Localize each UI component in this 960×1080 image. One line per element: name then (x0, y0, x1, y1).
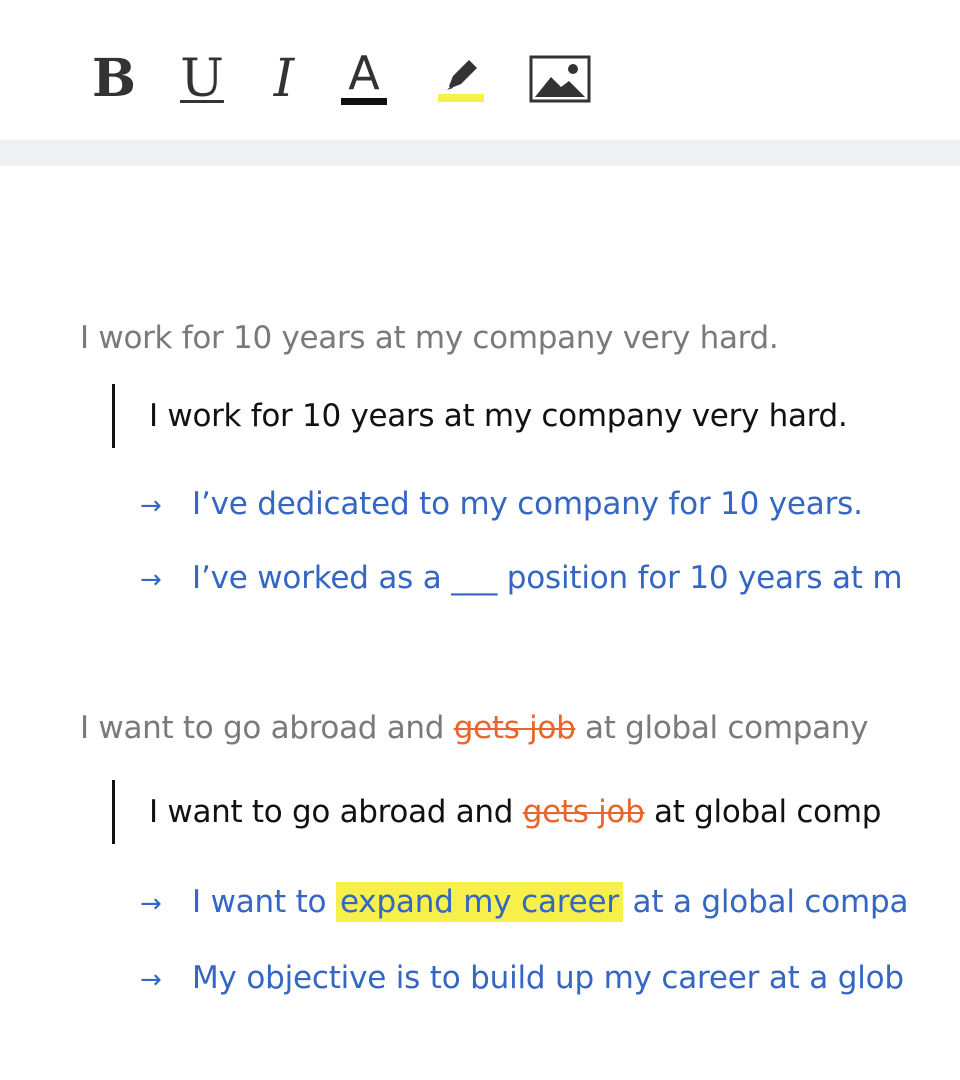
highlight-button[interactable] (436, 48, 486, 110)
original-text: I want to go abroad and (80, 710, 454, 746)
text-color-swatch (341, 97, 387, 105)
strikethrough-text: gets job (522, 794, 645, 830)
strikethrough-text: gets job (453, 710, 576, 746)
text-color-icon: A (348, 45, 380, 100)
suggestion-2-2[interactable]: → My objective is to build up my career a… (140, 958, 904, 1000)
quoted-sentence-1: I work for 10 years at my company very h… (112, 384, 848, 448)
arrow-icon: → (140, 491, 162, 521)
arrow-icon: → (140, 565, 162, 595)
underline-icon: U (180, 49, 224, 109)
original-text: at global company (575, 710, 869, 746)
suggestion-text: at a global compa (622, 884, 909, 920)
quoted-text: at global comp (644, 794, 882, 830)
quoted-text: I want to go abroad and (149, 794, 523, 830)
original-sentence-2: I want to go abroad and gets job at glob… (80, 708, 869, 748)
formatting-toolbar: B U I A (0, 0, 960, 140)
arrow-icon: → (140, 889, 162, 919)
suggestion-text: I’ve dedicated to my company for 10 year… (192, 486, 863, 522)
italic-button[interactable]: I (266, 48, 302, 110)
underline-button[interactable]: U (180, 48, 224, 110)
suggestion-1-1[interactable]: → I’ve dedicated to my company for 10 yea… (140, 484, 863, 526)
text-color-button[interactable]: A (338, 48, 390, 110)
italic-icon: I (273, 49, 295, 109)
highlight-swatch (438, 94, 484, 102)
suggestion-text: I want to (192, 884, 336, 920)
image-icon (529, 55, 591, 103)
bold-button[interactable]: B (92, 48, 136, 110)
arrow-icon: → (140, 965, 162, 995)
highlighted-text: expand my career (335, 882, 623, 922)
highlighter-icon (447, 60, 477, 90)
bold-icon: B (92, 48, 136, 109)
editor-content[interactable]: I work for 10 years at my company very h… (0, 166, 960, 1080)
suggestion-1-2[interactable]: → I’ve worked as a ___ position for 10 ye… (140, 558, 903, 600)
suggestion-text: I’ve worked as a ___ position for 10 yea… (192, 560, 903, 596)
quoted-sentence-2: I want to go abroad and gets job at glob… (112, 780, 881, 844)
suggestion-text: My objective is to build up my career at… (192, 960, 904, 996)
original-sentence-1: I work for 10 years at my company very h… (80, 320, 779, 356)
insert-image-button[interactable] (528, 48, 592, 110)
suggestion-2-1[interactable]: → I want to expand my career at a global … (140, 882, 908, 924)
toolbar-divider (0, 140, 960, 166)
